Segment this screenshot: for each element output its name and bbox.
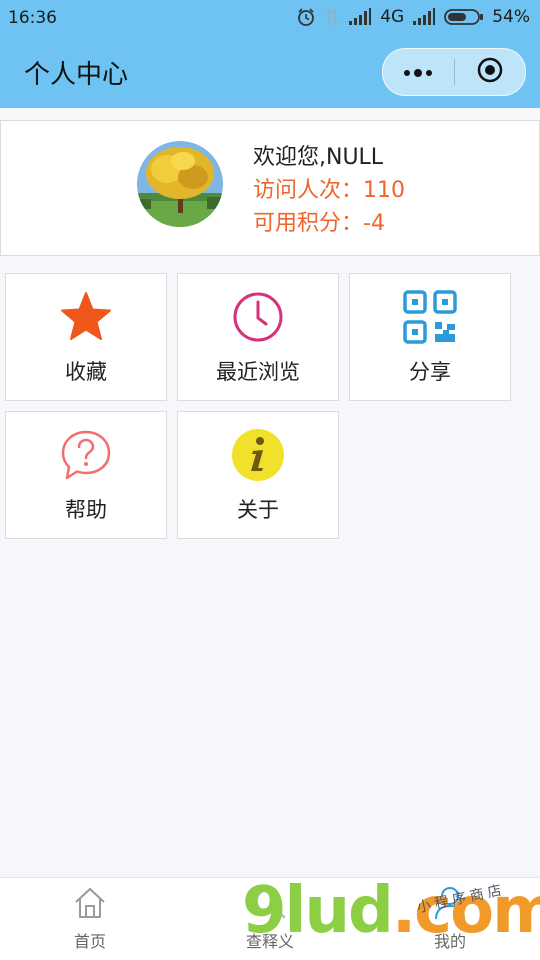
more-button[interactable] (383, 49, 454, 95)
user-icon (432, 885, 468, 925)
tab-label: 查释义 (245, 932, 294, 951)
welcome-text: 欢迎您,NULL (253, 145, 384, 170)
status-icons: 4G 54% (296, 7, 530, 27)
battery-icon (444, 7, 484, 27)
grid-item-recent[interactable]: 最近浏览 (177, 273, 339, 401)
points-balance: 可用积分：-4 (253, 211, 385, 236)
star-icon (59, 290, 113, 348)
data-transfer-icon (324, 7, 340, 27)
battery-level: 54% (492, 7, 530, 27)
tab-mine[interactable]: 我的 (390, 886, 510, 952)
grid-item-about[interactable]: 关于 (177, 411, 339, 539)
avatar[interactable] (137, 141, 223, 227)
search-icon (252, 885, 288, 925)
close-button[interactable] (455, 49, 526, 95)
nav-bar: 个人中心 (0, 36, 540, 108)
alarm-icon (296, 7, 316, 27)
signal-icon-2 (412, 8, 436, 26)
miniprogram-capsule (382, 48, 526, 96)
help-bubble-icon (59, 428, 113, 486)
grid-item-label: 帮助 (65, 498, 107, 522)
info-icon (231, 428, 285, 486)
profile-info: 欢迎您,NULL 访问人次：110 可用积分：-4 (253, 141, 405, 240)
tab-lookup[interactable]: 查释义 (210, 886, 330, 952)
page-title: 个人中心 (24, 60, 129, 90)
grid-item-label: 最近浏览 (216, 360, 300, 384)
tab-label: 我的 (433, 932, 466, 951)
visit-count: 访问人次：110 (253, 178, 405, 203)
tab-bar: 首页 查释义 我的 (0, 877, 540, 960)
status-time: 16:36 (8, 8, 57, 28)
grid-item-label: 分享 (409, 360, 451, 384)
tab-label: 首页 (73, 932, 106, 951)
grid-item-label: 收藏 (65, 360, 107, 384)
grid-item-label: 关于 (237, 498, 279, 522)
grid-item-favorites[interactable]: 收藏 (5, 273, 167, 401)
more-dots-icon (403, 63, 433, 82)
qrcode-icon (403, 290, 457, 348)
signal-icon (348, 8, 372, 26)
grid-item-share[interactable]: 分享 (349, 273, 511, 401)
tab-home[interactable]: 首页 (30, 886, 150, 952)
target-close-icon (476, 56, 504, 88)
network-type: 4G (380, 7, 405, 27)
profile-card: 欢迎您,NULL 访问人次：110 可用积分：-4 (0, 120, 540, 256)
grid-item-help[interactable]: 帮助 (5, 411, 167, 539)
status-bar: 16:36 4G 54% (0, 0, 540, 36)
home-icon (72, 885, 108, 925)
clock-icon (231, 290, 285, 348)
